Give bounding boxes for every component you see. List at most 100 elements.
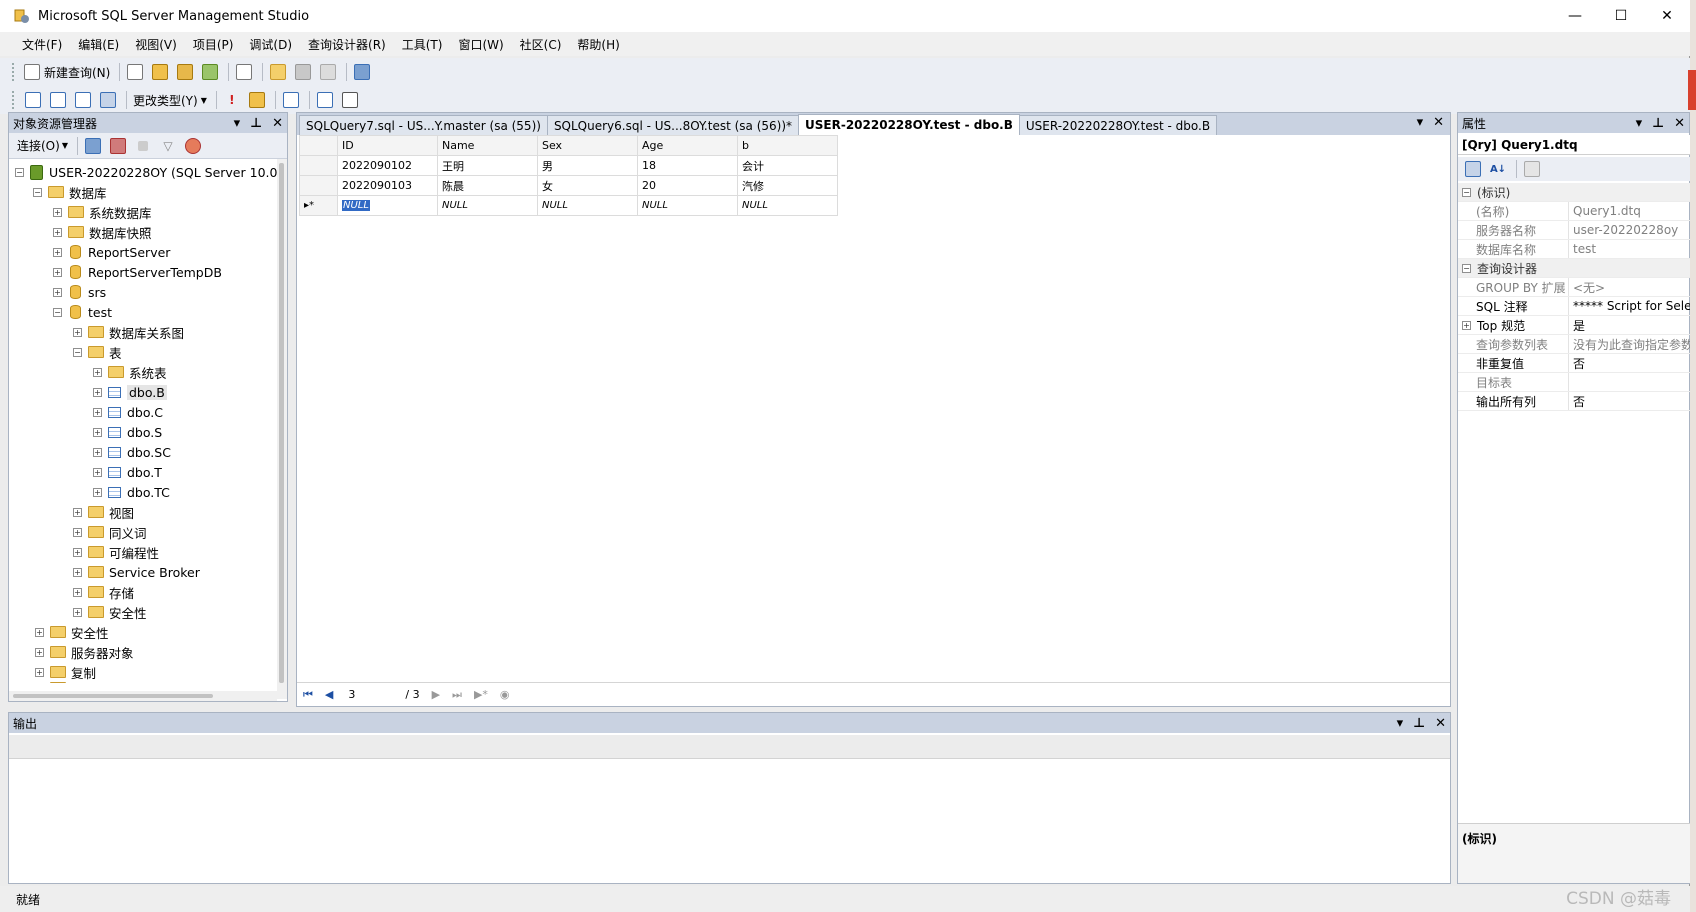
menu-query-designer[interactable]: 查询设计器(R): [300, 36, 394, 53]
analysis-query-button[interactable]: [174, 61, 196, 83]
first-record-icon[interactable]: ⏮: [303, 688, 313, 702]
show-diagram-pane-button[interactable]: [22, 89, 44, 111]
menu-community[interactable]: 社区(C): [512, 36, 570, 53]
tree-node-test[interactable]: − test: [53, 303, 112, 321]
expand-icon[interactable]: +: [93, 447, 102, 457]
expand-icon[interactable]: +: [53, 207, 62, 217]
menu-window[interactable]: 窗口(W): [450, 36, 511, 53]
column-header-sex[interactable]: Sex: [537, 135, 638, 156]
grid-cell[interactable]: 汽修: [737, 175, 838, 196]
xml-query-button[interactable]: [233, 61, 255, 83]
grid-cell[interactable]: 陈晨: [437, 175, 538, 196]
close-panel-icon[interactable]: ✕: [1435, 716, 1446, 731]
verify-sql-button[interactable]: [246, 89, 268, 111]
tree-node-dbo-s[interactable]: + dbo.S: [93, 423, 162, 441]
tree-node-system-tables[interactable]: + 系统表: [93, 363, 167, 381]
tree-node-db-diagrams[interactable]: + 数据库关系图: [73, 323, 184, 341]
grid-cell[interactable]: 2022090103: [337, 175, 438, 196]
tree-node-server-objects[interactable]: + 服务器对象: [35, 643, 134, 661]
tree-node-reportservertempdb[interactable]: + ReportServerTempDB: [53, 263, 222, 281]
tab-list-icon[interactable]: ▾: [1417, 115, 1424, 130]
grid-cell-null[interactable]: NULL: [637, 195, 738, 216]
pin-icon[interactable]: ⊥: [1413, 716, 1425, 731]
tree-node-security[interactable]: + 安全性: [35, 623, 109, 641]
property-pages-button[interactable]: [1521, 158, 1543, 180]
categorized-button[interactable]: [1462, 158, 1484, 180]
expand-icon[interactable]: +: [35, 647, 44, 657]
grid-cell[interactable]: 20: [637, 175, 738, 196]
current-record-input[interactable]: 3: [345, 685, 394, 704]
expand-icon[interactable]: +: [93, 407, 102, 417]
tree-node-dbo-sc[interactable]: + dbo.SC: [93, 443, 171, 461]
refresh-button[interactable]: [182, 135, 204, 157]
grid-cell[interactable]: 王明: [437, 155, 538, 176]
alphabetical-button[interactable]: A↓: [1487, 158, 1509, 180]
close-panel-icon[interactable]: ✕: [272, 116, 283, 131]
expand-icon[interactable]: +: [93, 487, 102, 497]
expand-icon[interactable]: +: [73, 527, 82, 537]
tree-node-dbo-t[interactable]: + dbo.T: [93, 463, 162, 481]
expand-icon[interactable]: +: [73, 327, 82, 337]
tree-node-db-snapshots[interactable]: + 数据库快照: [53, 223, 152, 241]
property-row[interactable]: 输出所有列 否: [1458, 392, 1690, 411]
mdx-query-button[interactable]: [199, 61, 221, 83]
row-header[interactable]: [299, 175, 338, 196]
maximize-button[interactable]: ☐: [1598, 0, 1644, 32]
property-category[interactable]: − 查询设计器: [1458, 259, 1690, 278]
expand-icon[interactable]: +: [73, 547, 82, 557]
tab-sqlquery6[interactable]: SQLQuery6.sql - US...8OY.test (sa (56))*: [546, 115, 800, 135]
property-row[interactable]: (名称) Query1.dtq: [1458, 202, 1690, 221]
save-button[interactable]: [292, 61, 314, 83]
new-query-button[interactable]: 新建查询(N): [22, 61, 112, 83]
expand-icon[interactable]: +: [93, 467, 102, 477]
panel-menu-icon[interactable]: ▾: [234, 116, 241, 131]
property-row[interactable]: 服务器名称 user-20220228oy: [1458, 221, 1690, 240]
expand-icon[interactable]: +: [53, 267, 62, 277]
property-row[interactable]: + Top 规范 是: [1458, 316, 1690, 335]
tree-node-synonyms[interactable]: + 同义词: [73, 523, 147, 541]
property-row[interactable]: SQL 注释 ***** Script for Selec: [1458, 297, 1690, 316]
open-button[interactable]: [267, 61, 289, 83]
tree-node-management[interactable]: +管理: [35, 679, 96, 683]
menu-project[interactable]: 项目(P): [185, 36, 242, 53]
menu-debug[interactable]: 调试(D): [241, 36, 300, 53]
add-table-button[interactable]: [314, 89, 336, 111]
tree-node-system-databases[interactable]: + 系统数据库: [53, 203, 152, 221]
expand-icon[interactable]: +: [73, 507, 82, 517]
tree-node-dbo-b[interactable]: + dbo.B: [93, 383, 167, 401]
column-header-age[interactable]: Age: [637, 135, 738, 156]
tree-node-storage[interactable]: + 存储: [73, 583, 134, 601]
row-header[interactable]: [299, 155, 338, 176]
tree-node-databases[interactable]: − 数据库: [33, 183, 107, 201]
tree-node-srs[interactable]: + srs: [53, 283, 106, 301]
expand-icon[interactable]: +: [73, 567, 82, 577]
tab-dbo-b-active[interactable]: USER-20220228OY.test - dbo.B: [798, 114, 1020, 135]
next-record-icon[interactable]: ▶: [432, 688, 440, 701]
menu-tools[interactable]: 工具(T): [394, 36, 451, 53]
group-by-button[interactable]: [280, 89, 302, 111]
expand-icon[interactable]: +: [53, 247, 62, 257]
vertical-scrollbar[interactable]: [277, 159, 287, 699]
tree-node-service-broker[interactable]: + Service Broker: [73, 563, 200, 581]
connect-explorer-button[interactable]: [82, 135, 104, 157]
tab-dbo-b[interactable]: USER-20220228OY.test - dbo.B: [1018, 115, 1218, 135]
tree-node-server[interactable]: − USER-20220228OY (SQL Server 10.0.1: [15, 163, 279, 181]
minimize-button[interactable]: —: [1552, 0, 1598, 32]
connect-button[interactable]: 连接(O) ▼: [15, 135, 70, 157]
pin-icon[interactable]: ⊥: [250, 116, 262, 131]
panel-menu-icon[interactable]: ▾: [1636, 116, 1643, 131]
object-selector[interactable]: [Qry] Query1.dtq: [1458, 135, 1690, 155]
property-row[interactable]: 数据库名称 test: [1458, 240, 1690, 259]
property-row[interactable]: GROUP BY 扩展 <无>: [1458, 278, 1690, 297]
property-row[interactable]: 目标表: [1458, 373, 1690, 392]
grid-cell-null[interactable]: NULL: [437, 195, 538, 216]
tree-node-views[interactable]: + 视图: [73, 503, 134, 521]
expand-icon[interactable]: +: [73, 587, 82, 597]
tree-node-dbo-tc[interactable]: + dbo.TC: [93, 483, 170, 501]
last-record-icon[interactable]: ⏭: [452, 688, 462, 702]
grid-cell[interactable]: 女: [537, 175, 638, 196]
property-category[interactable]: − (标识): [1458, 183, 1690, 202]
panel-menu-icon[interactable]: ▾: [1397, 716, 1404, 731]
previous-record-icon[interactable]: ◀: [325, 688, 333, 701]
grid-cell-null[interactable]: NULL: [537, 195, 638, 216]
